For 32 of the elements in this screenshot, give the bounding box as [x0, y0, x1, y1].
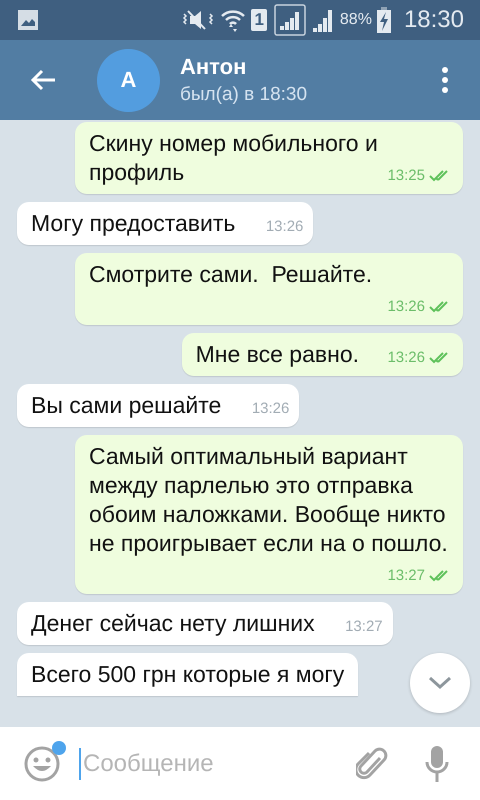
outgoing-message: Скину номер мобильного и профиль 13:25 [75, 122, 463, 194]
message-time: 13:26 [387, 297, 425, 317]
battery-percent: 88% [340, 11, 372, 29]
outgoing-message: Самый оптимальный вариант между парлелью это отправка обоим наложками. Вообще никто не проигрывает если на о пошло. 13:27 [75, 435, 463, 594]
contact-name: Антон [180, 54, 248, 80]
clock: 18:30 [404, 6, 464, 34]
avatar[interactable]: А [97, 48, 160, 112]
incoming-message: Денег сейчас нету лишних 13:27 [17, 602, 393, 645]
back-arrow-icon[interactable] [29, 68, 57, 92]
battery-charging-icon [376, 7, 391, 33]
message-time: 13:26 [266, 217, 304, 237]
message-time: 13:27 [345, 617, 383, 637]
microphone-icon[interactable] [424, 744, 450, 782]
incoming-message: Могу предоставить 13:26 [17, 202, 314, 245]
signal-icon [274, 4, 306, 36]
smiley-icon[interactable] [23, 744, 61, 782]
message-time: 13:26 [252, 399, 290, 419]
more-menu-icon[interactable] [441, 66, 449, 94]
incoming-message: Всего 500 грн которые я могу [17, 653, 358, 696]
message-time: 13:27 [387, 566, 425, 586]
outgoing-message: Смотрите сами. Решайте. 13:26 [75, 253, 463, 325]
sim-badge: 1 [251, 9, 267, 31]
scroll-down-button[interactable] [410, 653, 470, 713]
mute-icon [181, 9, 216, 31]
chevron-down-icon [427, 675, 453, 691]
last-seen-status: был(а) в 18:30 [180, 84, 308, 106]
outgoing-message: Мне все равно. 13:26 [182, 333, 463, 376]
message-time: 13:25 [387, 166, 425, 186]
message-time: 13:26 [387, 348, 425, 368]
image-icon [17, 9, 39, 31]
incoming-message: Вы сами решайте 13:26 [17, 384, 300, 427]
paperclip-icon[interactable] [356, 746, 388, 782]
